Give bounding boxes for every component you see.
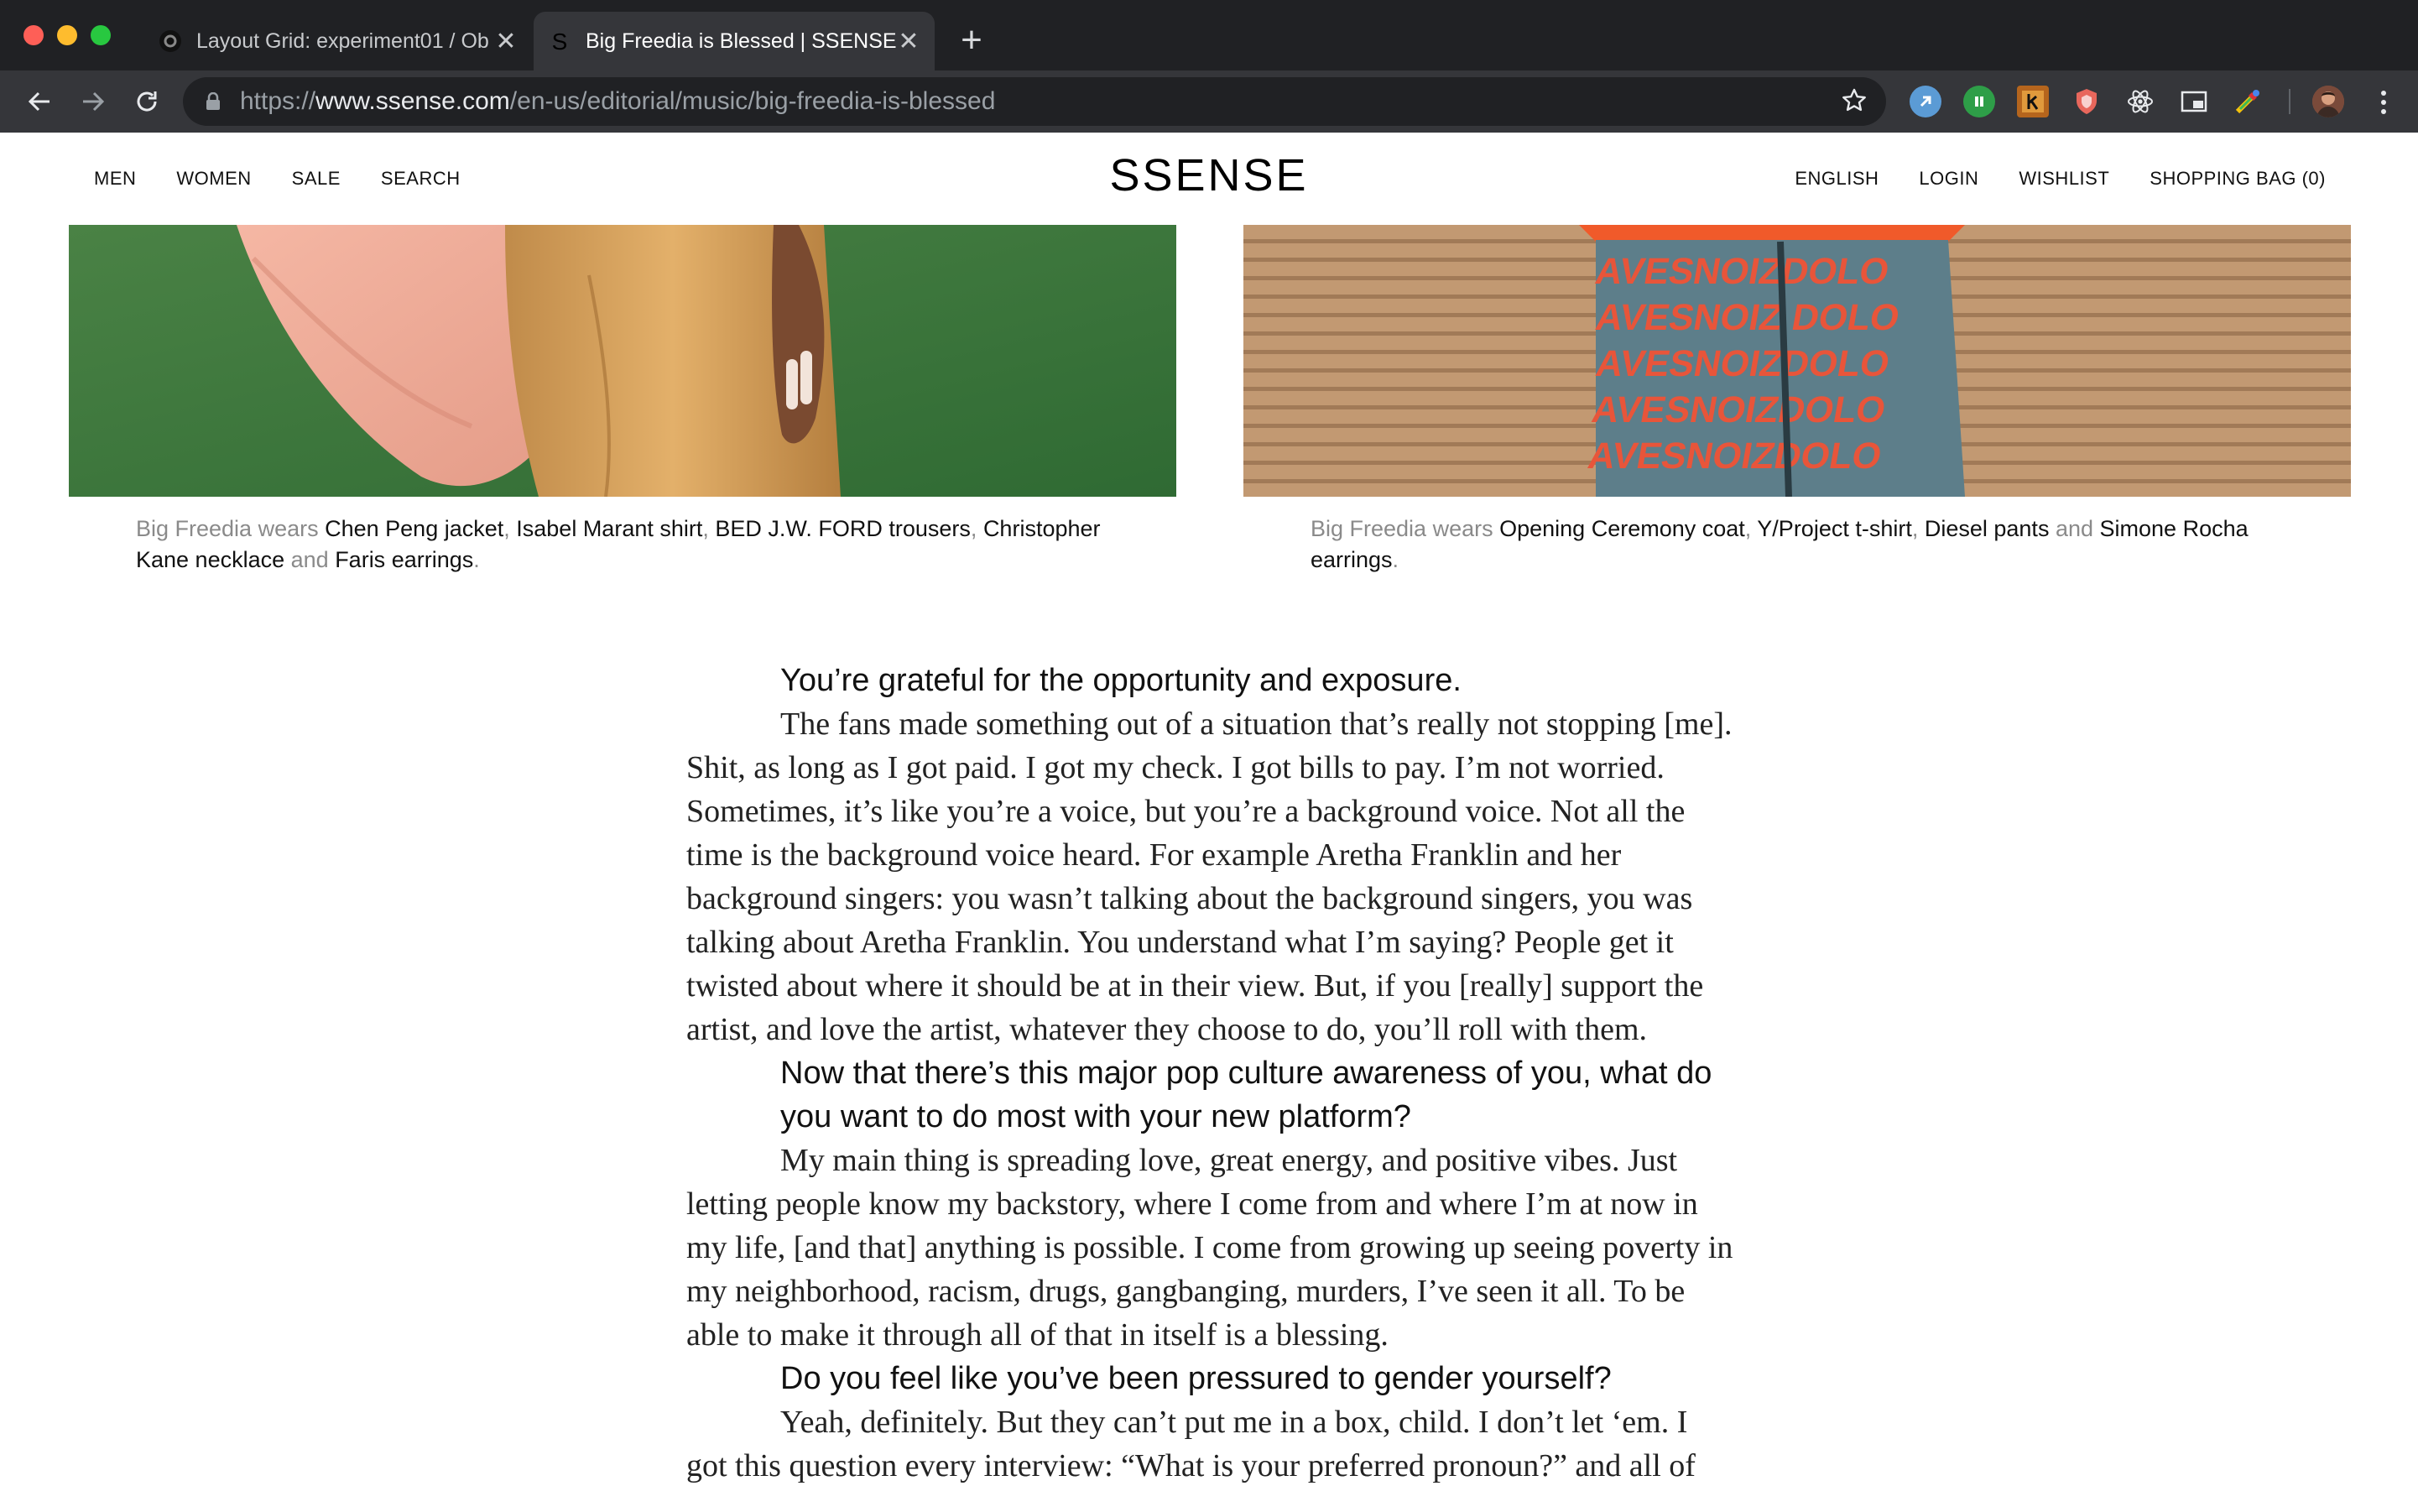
nav-login[interactable]: LOGIN	[1919, 168, 1978, 190]
svg-text:AVESNOIZDOLO: AVESNOIZDOLO	[1592, 251, 1892, 292]
react-devtools-icon[interactable]	[2124, 86, 2156, 117]
shield-extension-icon[interactable]	[2071, 86, 2103, 117]
editorial-photo-right: AVESNOIZDOLO AVESNOIZ DOLO AVESNOIZDOLO …	[1243, 225, 2351, 497]
color-picker-icon[interactable]	[2232, 86, 2264, 117]
caption-text: ,	[1911, 516, 1925, 541]
url-prefix: https://	[240, 87, 316, 115]
nav-language[interactable]: ENGLISH	[1795, 168, 1879, 190]
lock-icon	[206, 92, 220, 110]
tab-title: Layout Grid: experiment01 / Ob	[196, 29, 489, 53]
toolbar-divider	[2289, 89, 2290, 114]
caption-text: Big Freedia wears	[1311, 516, 1500, 541]
interview-question: Now that there’s this major pop culture …	[780, 1056, 1712, 1134]
caption-text: .	[1392, 547, 1399, 572]
caption-text: .	[473, 547, 480, 572]
pip-icon[interactable]	[2178, 86, 2210, 117]
interview-question: Do you feel like you’ve been pressured t…	[780, 1361, 1612, 1396]
caption-text: and	[2049, 516, 2100, 541]
svg-text:AVESNOIZDOLO: AVESNOIZDOLO	[1585, 435, 1884, 477]
browser-menu-icon[interactable]	[2371, 86, 2396, 119]
site-header: MEN WOMEN SALE SEARCH SSENSE ENGLISH LOG…	[0, 133, 2418, 225]
caption-product-link[interactable]: Chen Peng jacket	[325, 516, 503, 541]
tab-big-freedia[interactable]: S Big Freedia is Blessed | SSENSE ✕	[534, 12, 935, 70]
caption-product-link[interactable]: Diesel pants	[1925, 516, 2050, 541]
tab-title: Big Freedia is Blessed | SSENSE	[586, 29, 896, 53]
bookmark-star-icon[interactable]	[1841, 87, 1868, 114]
photo-caption-right: Big Freedia wears Opening Ceremony coat,…	[1311, 514, 2275, 576]
caption-text: ,	[702, 516, 716, 541]
green-extension-icon[interactable]	[1963, 86, 1995, 117]
url-text: https://www.ssense.com/en-us/editorial/m…	[240, 87, 995, 116]
svg-text:AVESNOIZDOLO: AVESNOIZDOLO	[1593, 343, 1893, 384]
close-icon[interactable]: ✕	[896, 28, 921, 55]
caption-product-link[interactable]: Y/Project t-shirt	[1757, 516, 1912, 541]
nav-shopping-bag[interactable]: SHOPPING BAG (0)	[2150, 168, 2326, 190]
interview-question: You’re grateful for the opportunity and …	[780, 663, 1462, 698]
back-icon[interactable]	[22, 84, 57, 119]
caption-text: ,	[1744, 516, 1758, 541]
account-nav: ENGLISH LOGIN WISHLIST SHOPPING BAG (0)	[1795, 168, 2326, 190]
reload-icon[interactable]	[129, 84, 164, 119]
url-domain: www.ssense.com	[315, 87, 510, 115]
caption-text: and	[284, 547, 336, 572]
forward-icon[interactable]	[76, 84, 111, 119]
close-window-button[interactable]	[23, 25, 44, 45]
copy-extension-icon[interactable]	[1910, 86, 1941, 117]
tab-layout-grid[interactable]: Layout Grid: experiment01 / Ob ✕	[144, 12, 532, 70]
avatar[interactable]	[2312, 86, 2344, 117]
caption-product-link[interactable]: Opening Ceremony coat	[1499, 516, 1745, 541]
editorial-photo-left	[69, 225, 1176, 497]
interview-answer: The fans made something out of a situati…	[686, 706, 1733, 1047]
figma-like-circle-icon	[156, 27, 185, 55]
caption-text: ,	[503, 516, 517, 541]
interview-answer: My main thing is spreading love, great e…	[686, 1143, 1733, 1353]
ssense-s-icon: S	[545, 27, 574, 55]
caption-product-link[interactable]: Isabel Marant shirt	[516, 516, 702, 541]
browser-toolbar: https://www.ssense.com/en-us/editorial/m…	[0, 70, 2418, 133]
interview-answer: Yeah, definitely. But they can’t put me …	[686, 1405, 1696, 1483]
article-body: You’re grateful for the opportunity and …	[686, 659, 1735, 1488]
browser-titlebar: Layout Grid: experiment01 / Ob ✕ S Big F…	[0, 0, 2418, 70]
new-tab-button[interactable]: +	[955, 22, 988, 59]
address-bar[interactable]: https://www.ssense.com/en-us/editorial/m…	[183, 77, 1886, 126]
caption-text: ,	[970, 516, 983, 541]
caption-product-link[interactable]: BED J.W. FORD trousers	[715, 516, 971, 541]
close-icon[interactable]: ✕	[493, 28, 519, 55]
svg-text:AVESNOIZ DOLO: AVESNOIZ DOLO	[1592, 297, 1902, 338]
caption-text: Big Freedia wears	[136, 516, 326, 541]
minimize-window-button[interactable]	[57, 25, 77, 45]
url-path: /en-us/editorial/music/big-freedia-is-bl…	[509, 87, 996, 115]
maximize-window-button[interactable]	[91, 25, 111, 45]
k-extension-icon[interactable]	[2017, 86, 2049, 117]
svg-text:AVESNOIZDOLO: AVESNOIZDOLO	[1589, 389, 1889, 430]
photo-caption-left: Big Freedia wears Chen Peng jacket, Isab…	[136, 514, 1101, 576]
caption-product-link[interactable]: Faris earrings	[335, 547, 473, 572]
svg-text:S: S	[552, 29, 568, 54]
nav-wishlist[interactable]: WISHLIST	[2019, 168, 2109, 190]
